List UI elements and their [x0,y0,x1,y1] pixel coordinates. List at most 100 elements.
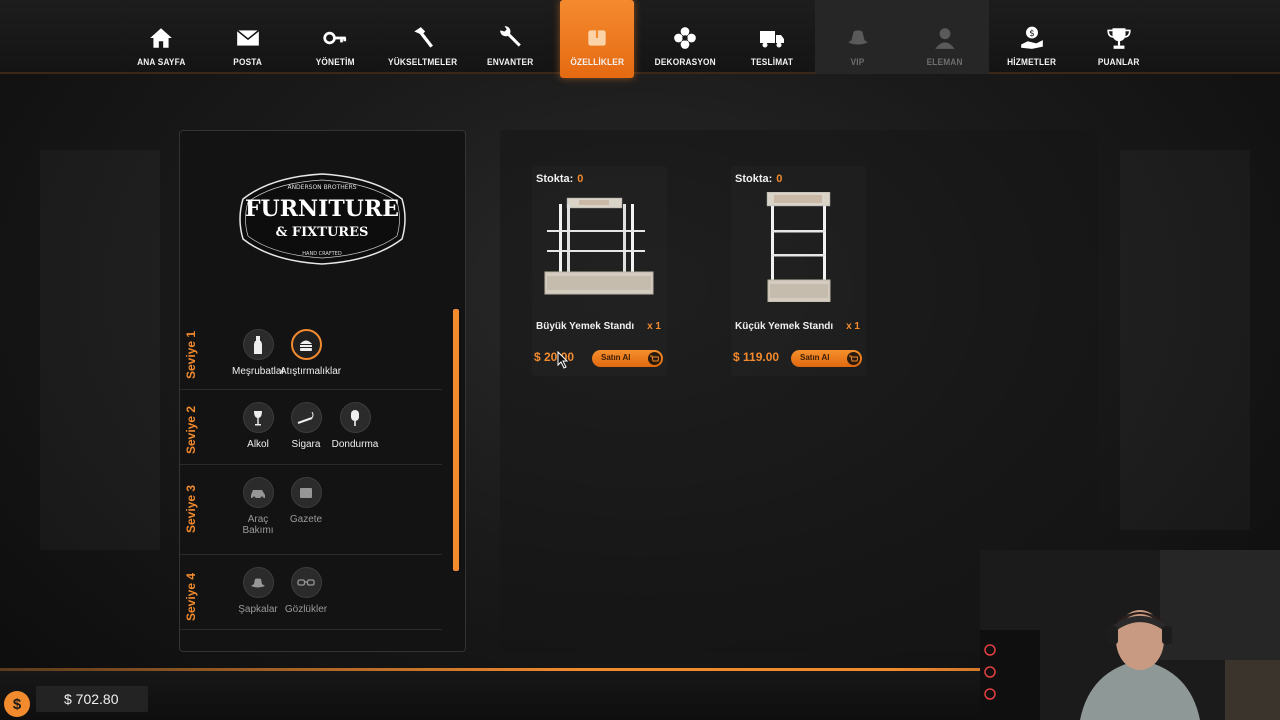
stock-info: Stokta: 0 [536,173,583,185]
category-name: Meşrubatlar [232,366,285,377]
svg-text:FURNITURE: FURNITURE [245,196,399,222]
product-price: $ 119.00 [733,350,780,364]
small-food-stand-image [766,192,831,302]
dollar-coin-icon: $ [4,691,30,717]
glasses-icon [297,578,315,586]
svg-text:ANDERSON BROTHERS: ANDERSON BROTHERS [287,184,356,191]
hammer-icon [414,27,433,48]
category-car-care[interactable]: Araç Bakımı [232,477,284,536]
category-name: Sigara [291,439,321,450]
stock-value: 0 [776,173,783,185]
car-icon [251,489,265,499]
category-name: Şapkalar [238,604,278,615]
nav-label: ÖZELLİKLER [570,57,624,67]
product-quantity: x 1 [846,321,860,332]
nav-label: TESLİMAT [750,57,794,67]
truck-icon [760,31,784,48]
nav-item-vip[interactable]: VIP [815,0,901,74]
bottle-icon [254,335,262,354]
nav-item-management[interactable]: YÖNETİM [300,0,370,74]
cart-icon [648,352,661,365]
category-name: Alkol [247,439,269,450]
webcam-overlay [980,550,1280,720]
buy-button[interactable]: Satın Al [791,350,862,367]
nav-label: ELEMAN [926,57,964,67]
svg-text:& FIXTURES: & FIXTURES [276,225,369,240]
person-icon [935,28,955,49]
category-ice-cream[interactable]: Dondurma [329,402,381,450]
level-label: Seviye 2 [184,405,198,455]
nav-item-services[interactable]: $ HİZMETLER [997,0,1067,74]
category-name: Dondurma [331,439,379,450]
nav-item-home[interactable]: ANA SAYFA [126,0,196,74]
category-glasses[interactable]: Gözlükler [280,567,332,615]
home-icon [150,28,172,48]
nav-item-inventory[interactable]: ENVANTER [475,0,545,74]
burger-icon [300,340,312,351]
category-newspaper[interactable]: Gazete [280,477,332,525]
nav-label: POSTA [233,57,263,67]
nav-label: PUANLAR [1098,57,1140,67]
nav-item-points[interactable]: PUANLAR [1084,0,1154,74]
hat-icon [848,30,868,45]
stock-value: 0 [577,173,584,185]
nav-label: HİZMETLER [1007,57,1057,67]
brand-logo: ANDERSON BROTHERS FURNITURE & FIXTURES H… [239,173,406,265]
category-alcohol[interactable]: Alkol [232,402,284,450]
svg-text:$: $ [1029,29,1035,39]
level-label: Seviye 4 [184,572,198,622]
category-soft-drinks[interactable]: Meşrubatlar [232,329,285,377]
money-display: $ 702.80 [36,686,148,712]
category-snacks[interactable]: Atıştırmalıklar [280,329,342,377]
stock-label: Stokta: [735,173,773,185]
ice-cream-icon [351,409,359,426]
nav-item-features[interactable]: ÖZELLİKLER [560,0,634,78]
money-hand-icon: $ [1021,26,1043,49]
product-quantity: x 1 [647,321,661,332]
category-cigarettes[interactable]: Sigara [280,402,332,450]
nav-item-upgrades[interactable]: YÜKSELTMELER [385,0,461,74]
category-hats[interactable]: Şapkalar [232,567,284,615]
level-row: Seviye 4 Şapkalar Gözlükler [180,555,442,630]
cigarette-icon [297,411,314,424]
wrench-icon [500,26,521,47]
buy-button[interactable]: Satın Al [592,350,663,367]
cart-icon [847,352,860,365]
level-row: Seviye 2 Alkol Sigara Dondurma [180,390,442,465]
stock-label: Stokta: [536,173,574,185]
large-food-stand-image [544,197,654,295]
level-label: Seviye 1 [184,330,198,380]
trophy-icon [1107,28,1131,49]
nav-item-decoration[interactable]: DEKORASYON [650,0,720,74]
category-name: Atıştırmalıklar [280,366,342,377]
box-icon [588,30,606,46]
product-name: Küçük Yemek Standı [735,321,834,332]
mouse-cursor-icon [557,351,569,369]
product-card: Stokta: 0 Büyük Yemek Standı x 1 $ 20.00 … [532,166,667,376]
nav-label: VIP [851,57,865,67]
buy-label: Satın Al [601,353,631,362]
level-row: Seviye 1 Meşrubatlar Atıştırmalıklar [180,321,442,390]
category-panel: ANDERSON BROTHERS FURNITURE & FIXTURES H… [179,130,466,652]
product-name: Büyük Yemek Standı [536,321,635,332]
stock-info: Stokta: 0 [735,173,782,185]
streamer-webcam-image [980,550,1280,720]
nav-item-staff[interactable]: ELEMAN [901,0,989,74]
mail-icon [236,29,260,46]
wine-glass-icon [254,410,262,425]
nav-label: DEKORASYON [654,57,716,67]
nav-label: ENVANTER [486,57,534,67]
product-card: Stokta: 0 Küçük Yemek Standı x 1 $ 119.00… [731,166,866,376]
background-shelf [40,150,160,550]
nav-label: YÜKSELTMELER [388,57,458,67]
newspaper-icon [300,487,312,498]
nav-item-delivery[interactable]: TESLİMAT [737,0,807,74]
category-scrollbar[interactable] [453,309,459,571]
svg-text:HAND CRAFTED: HAND CRAFTED [302,251,342,257]
category-name: Araç Bakımı [242,514,274,536]
level-label: Seviye 3 [184,484,198,534]
money-balance: $ 702.80 [64,691,119,707]
nav-item-mail[interactable]: POSTA [213,0,283,74]
flower-icon [674,27,696,49]
buy-label: Satın Al [800,353,830,362]
